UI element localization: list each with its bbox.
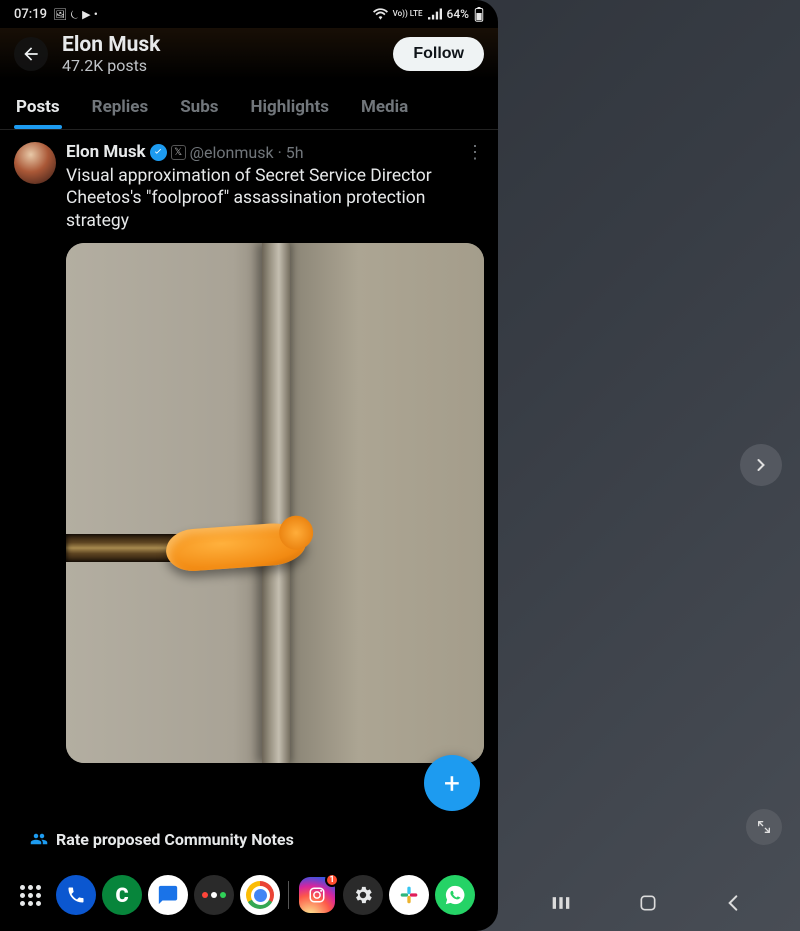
tweet-body: Elon Musk 𝕏 @elonmusk · 5h ⋮ Visual appr…	[66, 142, 484, 931]
status-left: 07:19 🖼 ⏾ ▶ •	[14, 7, 98, 22]
dock-phone-app[interactable]	[56, 875, 96, 915]
dock-chrome-app[interactable]	[240, 875, 280, 915]
tweet-header: Elon Musk 𝕏 @elonmusk · 5h ⋮	[66, 142, 484, 163]
tweet-more-icon[interactable]: ⋮	[466, 142, 484, 163]
tweet-image[interactable]	[66, 243, 484, 763]
signal-icon	[428, 8, 442, 20]
tweet-author[interactable]: Elon Musk	[66, 142, 146, 162]
community-notes-bar[interactable]: Rate proposed Community Notes	[30, 819, 478, 859]
avatar[interactable]	[14, 142, 56, 184]
plus-icon: +	[444, 767, 460, 800]
dock-whatsapp-app[interactable]	[435, 875, 475, 915]
image-door-right	[275, 243, 484, 763]
tweet-text: Visual approximation of Secret Service D…	[66, 165, 484, 233]
back-icon	[725, 893, 741, 913]
home-key[interactable]	[638, 893, 662, 913]
tweet-handle[interactable]: @elonmusk	[190, 143, 274, 162]
back-key[interactable]	[725, 893, 749, 913]
app-drawer-button[interactable]	[10, 875, 50, 915]
expand-button[interactable]	[746, 809, 782, 845]
separator: ·	[278, 143, 282, 162]
dot-icon: •	[94, 8, 98, 21]
tab-media[interactable]: Media	[345, 89, 424, 129]
dock-folder[interactable]	[194, 875, 234, 915]
org-badge-icon: 𝕏	[171, 145, 186, 160]
chevron-right-icon	[751, 455, 771, 475]
status-bar: 07:19 🖼 ⏾ ▶ • Vo)) LTE 64%	[0, 0, 498, 28]
profile-tabs: Posts Replies Subs Highlights Media	[0, 79, 498, 130]
compose-fab[interactable]: +	[424, 755, 480, 811]
app-pane: 07:19 🖼 ⏾ ▶ • Vo)) LTE 64%	[0, 0, 498, 931]
dialer-icon: C	[115, 883, 128, 907]
battery-label: 64%	[447, 7, 469, 21]
phone-icon	[66, 885, 86, 905]
wifi-icon	[373, 8, 388, 20]
device-nav-bar	[520, 893, 780, 913]
tab-posts[interactable]: Posts	[0, 89, 76, 129]
battery-icon	[474, 7, 484, 22]
folder-dots-icon	[202, 892, 226, 898]
recents-icon	[551, 895, 571, 911]
tab-subs[interactable]: Subs	[164, 89, 234, 129]
profile-name: Elon Musk	[62, 34, 379, 57]
chrome-icon	[246, 881, 274, 909]
tab-highlights[interactable]: Highlights	[235, 89, 345, 129]
dock-messages-app[interactable]	[148, 875, 188, 915]
tab-replies[interactable]: Replies	[76, 89, 165, 129]
home-icon	[638, 893, 658, 913]
dock-settings-app[interactable]	[343, 875, 383, 915]
community-notes-icon	[30, 830, 48, 848]
dock-divider	[288, 881, 289, 909]
status-right: Vo)) LTE 64%	[373, 7, 484, 22]
side-panel-next-button[interactable]	[740, 444, 782, 486]
back-button[interactable]	[14, 37, 48, 71]
profile-header: Elon Musk 47.2K posts Follow	[0, 28, 498, 79]
dock-instagram-app[interactable]: 1	[297, 875, 337, 915]
whatsapp-icon	[444, 884, 466, 906]
profile-titles: Elon Musk 47.2K posts	[62, 34, 379, 75]
app-dock: C 1	[0, 867, 498, 923]
slack-icon	[399, 885, 419, 905]
clock: 07:19	[14, 7, 47, 22]
follow-button[interactable]: Follow	[393, 37, 484, 71]
expand-icon	[756, 819, 772, 835]
verified-badge-icon	[150, 144, 167, 161]
messages-icon	[157, 884, 179, 906]
profile-post-count: 47.2K posts	[62, 57, 379, 75]
image-door-trim	[262, 243, 290, 763]
volte-label: Vo)) LTE	[393, 10, 423, 17]
dock-dialer-app[interactable]: C	[102, 875, 142, 915]
tweet[interactable]: Elon Musk 𝕏 @elonmusk · 5h ⋮ Visual appr…	[0, 130, 498, 931]
dock-slack-app[interactable]	[389, 875, 429, 915]
app-drawer-icon	[20, 885, 41, 906]
dnd-icon: ⏾	[70, 8, 79, 21]
image-door-left	[66, 243, 275, 763]
tweet-time[interactable]: 5h	[286, 143, 304, 162]
gear-icon	[352, 884, 374, 906]
notification-badge: 1	[325, 873, 339, 887]
recents-key[interactable]	[551, 895, 575, 911]
youtube-icon: ▶	[82, 8, 90, 21]
community-notes-label: Rate proposed Community Notes	[56, 830, 294, 849]
image-icon: 🖼	[53, 8, 67, 21]
status-indicator-icons: 🖼 ⏾ ▶ •	[53, 7, 98, 22]
